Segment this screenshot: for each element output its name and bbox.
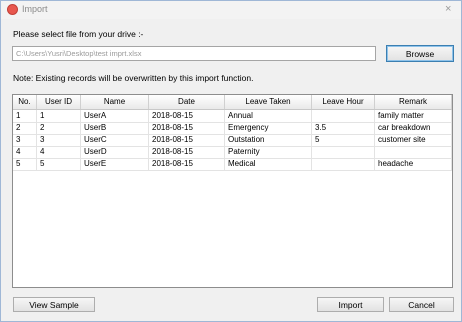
import-preview-table[interactable]: No. User ID Name Date Leave Taken Leave Hour R… bbox=[12, 94, 453, 288]
cancel-button[interactable]: Cancel bbox=[389, 297, 454, 312]
table-cell: UserE bbox=[81, 158, 149, 170]
column-header[interactable]: Leave Hour bbox=[312, 95, 375, 109]
file-prompt: Please select file from your drive :- bbox=[13, 29, 144, 39]
close-icon[interactable]: × bbox=[445, 4, 451, 15]
table-cell: 5 bbox=[37, 158, 81, 170]
table-cell: 5 bbox=[312, 134, 375, 146]
table-cell: 2 bbox=[13, 122, 37, 134]
table-cell: UserC bbox=[81, 134, 149, 146]
view-sample-button[interactable]: View Sample bbox=[13, 297, 95, 312]
table-cell: 4 bbox=[37, 146, 81, 158]
table-cell: 1 bbox=[13, 110, 37, 122]
table-cell bbox=[312, 146, 375, 158]
column-header[interactable]: No. bbox=[13, 95, 37, 109]
table-cell: 3 bbox=[37, 134, 81, 146]
overwrite-note: Note: Existing records will be overwritt… bbox=[13, 73, 254, 83]
table-cell bbox=[375, 146, 452, 158]
table-cell: family matter bbox=[375, 110, 452, 122]
column-header[interactable]: Leave Taken bbox=[225, 95, 312, 109]
table-cell: headache bbox=[375, 158, 452, 170]
table-cell: Emergency bbox=[225, 122, 312, 134]
table-header: No. User ID Name Date Leave Taken Leave Hour R… bbox=[13, 95, 452, 110]
table-cell: UserA bbox=[81, 110, 149, 122]
table-cell: Outstation bbox=[225, 134, 312, 146]
table-cell: 2 bbox=[37, 122, 81, 134]
table-cell: Paternity bbox=[225, 146, 312, 158]
import-button[interactable]: Import bbox=[317, 297, 384, 312]
table-cell: 1 bbox=[37, 110, 81, 122]
table-cell: 3.5 bbox=[312, 122, 375, 134]
table-cell: UserB bbox=[81, 122, 149, 134]
app-icon bbox=[7, 4, 18, 15]
table-cell: customer site bbox=[375, 134, 452, 146]
table-cell: Annual bbox=[225, 110, 312, 122]
table-cell: 3 bbox=[13, 134, 37, 146]
table-cell: 2018-08-15 bbox=[149, 110, 225, 122]
table-cell: 5 bbox=[13, 158, 37, 170]
table-cell: Medical bbox=[225, 158, 312, 170]
table-cell bbox=[312, 158, 375, 170]
column-header[interactable]: User ID bbox=[37, 95, 81, 109]
table-row[interactable]: 5 5 UserE 2018-08-15 Medical headache bbox=[13, 158, 452, 171]
column-header[interactable]: Date bbox=[149, 95, 225, 109]
table-cell: UserD bbox=[81, 146, 149, 158]
title-bar: Import × bbox=[1, 1, 461, 19]
table-cell: car breakdown bbox=[375, 122, 452, 134]
column-header[interactable]: Remark bbox=[375, 95, 452, 109]
import-dialog: Import × Please select file from your dr… bbox=[0, 0, 462, 322]
table-cell: 2018-08-15 bbox=[149, 134, 225, 146]
window-title: Import bbox=[22, 4, 48, 14]
table-cell: 4 bbox=[13, 146, 37, 158]
table-cell: 2018-08-15 bbox=[149, 158, 225, 170]
file-path-input[interactable] bbox=[12, 46, 376, 61]
browse-button[interactable]: Browse bbox=[386, 45, 454, 62]
table-cell: 2018-08-15 bbox=[149, 146, 225, 158]
column-header[interactable]: Name bbox=[81, 95, 149, 109]
table-cell: 2018-08-15 bbox=[149, 122, 225, 134]
table-cell bbox=[312, 110, 375, 122]
